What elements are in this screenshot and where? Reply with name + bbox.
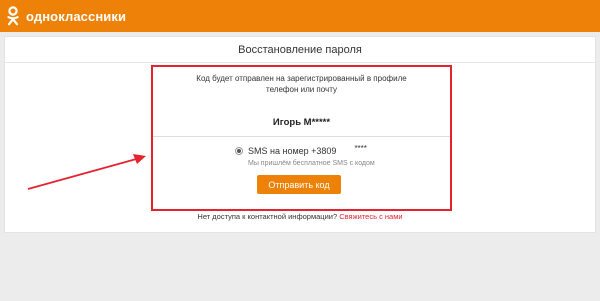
radio-selected-dot (237, 149, 241, 153)
sms-radio[interactable] (235, 147, 243, 155)
sms-option[interactable]: SMS на номер +3809 **** (235, 143, 367, 156)
top-bar: одноклассники (0, 0, 600, 32)
footer-help: Нет доступа к контактной информации? Свя… (5, 212, 595, 221)
sms-label: SMS на номер +3809 (248, 146, 337, 156)
odnoklassniki-icon[interactable] (6, 6, 20, 26)
highlight-box: Код будет отправлен на зарегистрированны… (151, 65, 452, 211)
recovery-description: Код будет отправлен на зарегистрированны… (196, 74, 407, 94)
page-title: Восстановление пароля (5, 37, 595, 63)
recovery-card: Восстановление пароля Код будет отправле… (4, 36, 596, 233)
sms-mask: **** (354, 143, 367, 153)
send-code-button[interactable]: Отправить код (257, 175, 341, 194)
sms-subtext: Мы пришлём бесплатное SMS с кодом (248, 160, 375, 167)
footer-question: Нет доступа к контактной информации? (197, 212, 338, 221)
divider (153, 136, 450, 137)
contact-us-link[interactable]: Свяжитесь с нами (339, 212, 402, 221)
logo-text[interactable]: одноклассники (26, 9, 126, 24)
user-name: Игорь М***** (272, 117, 331, 128)
